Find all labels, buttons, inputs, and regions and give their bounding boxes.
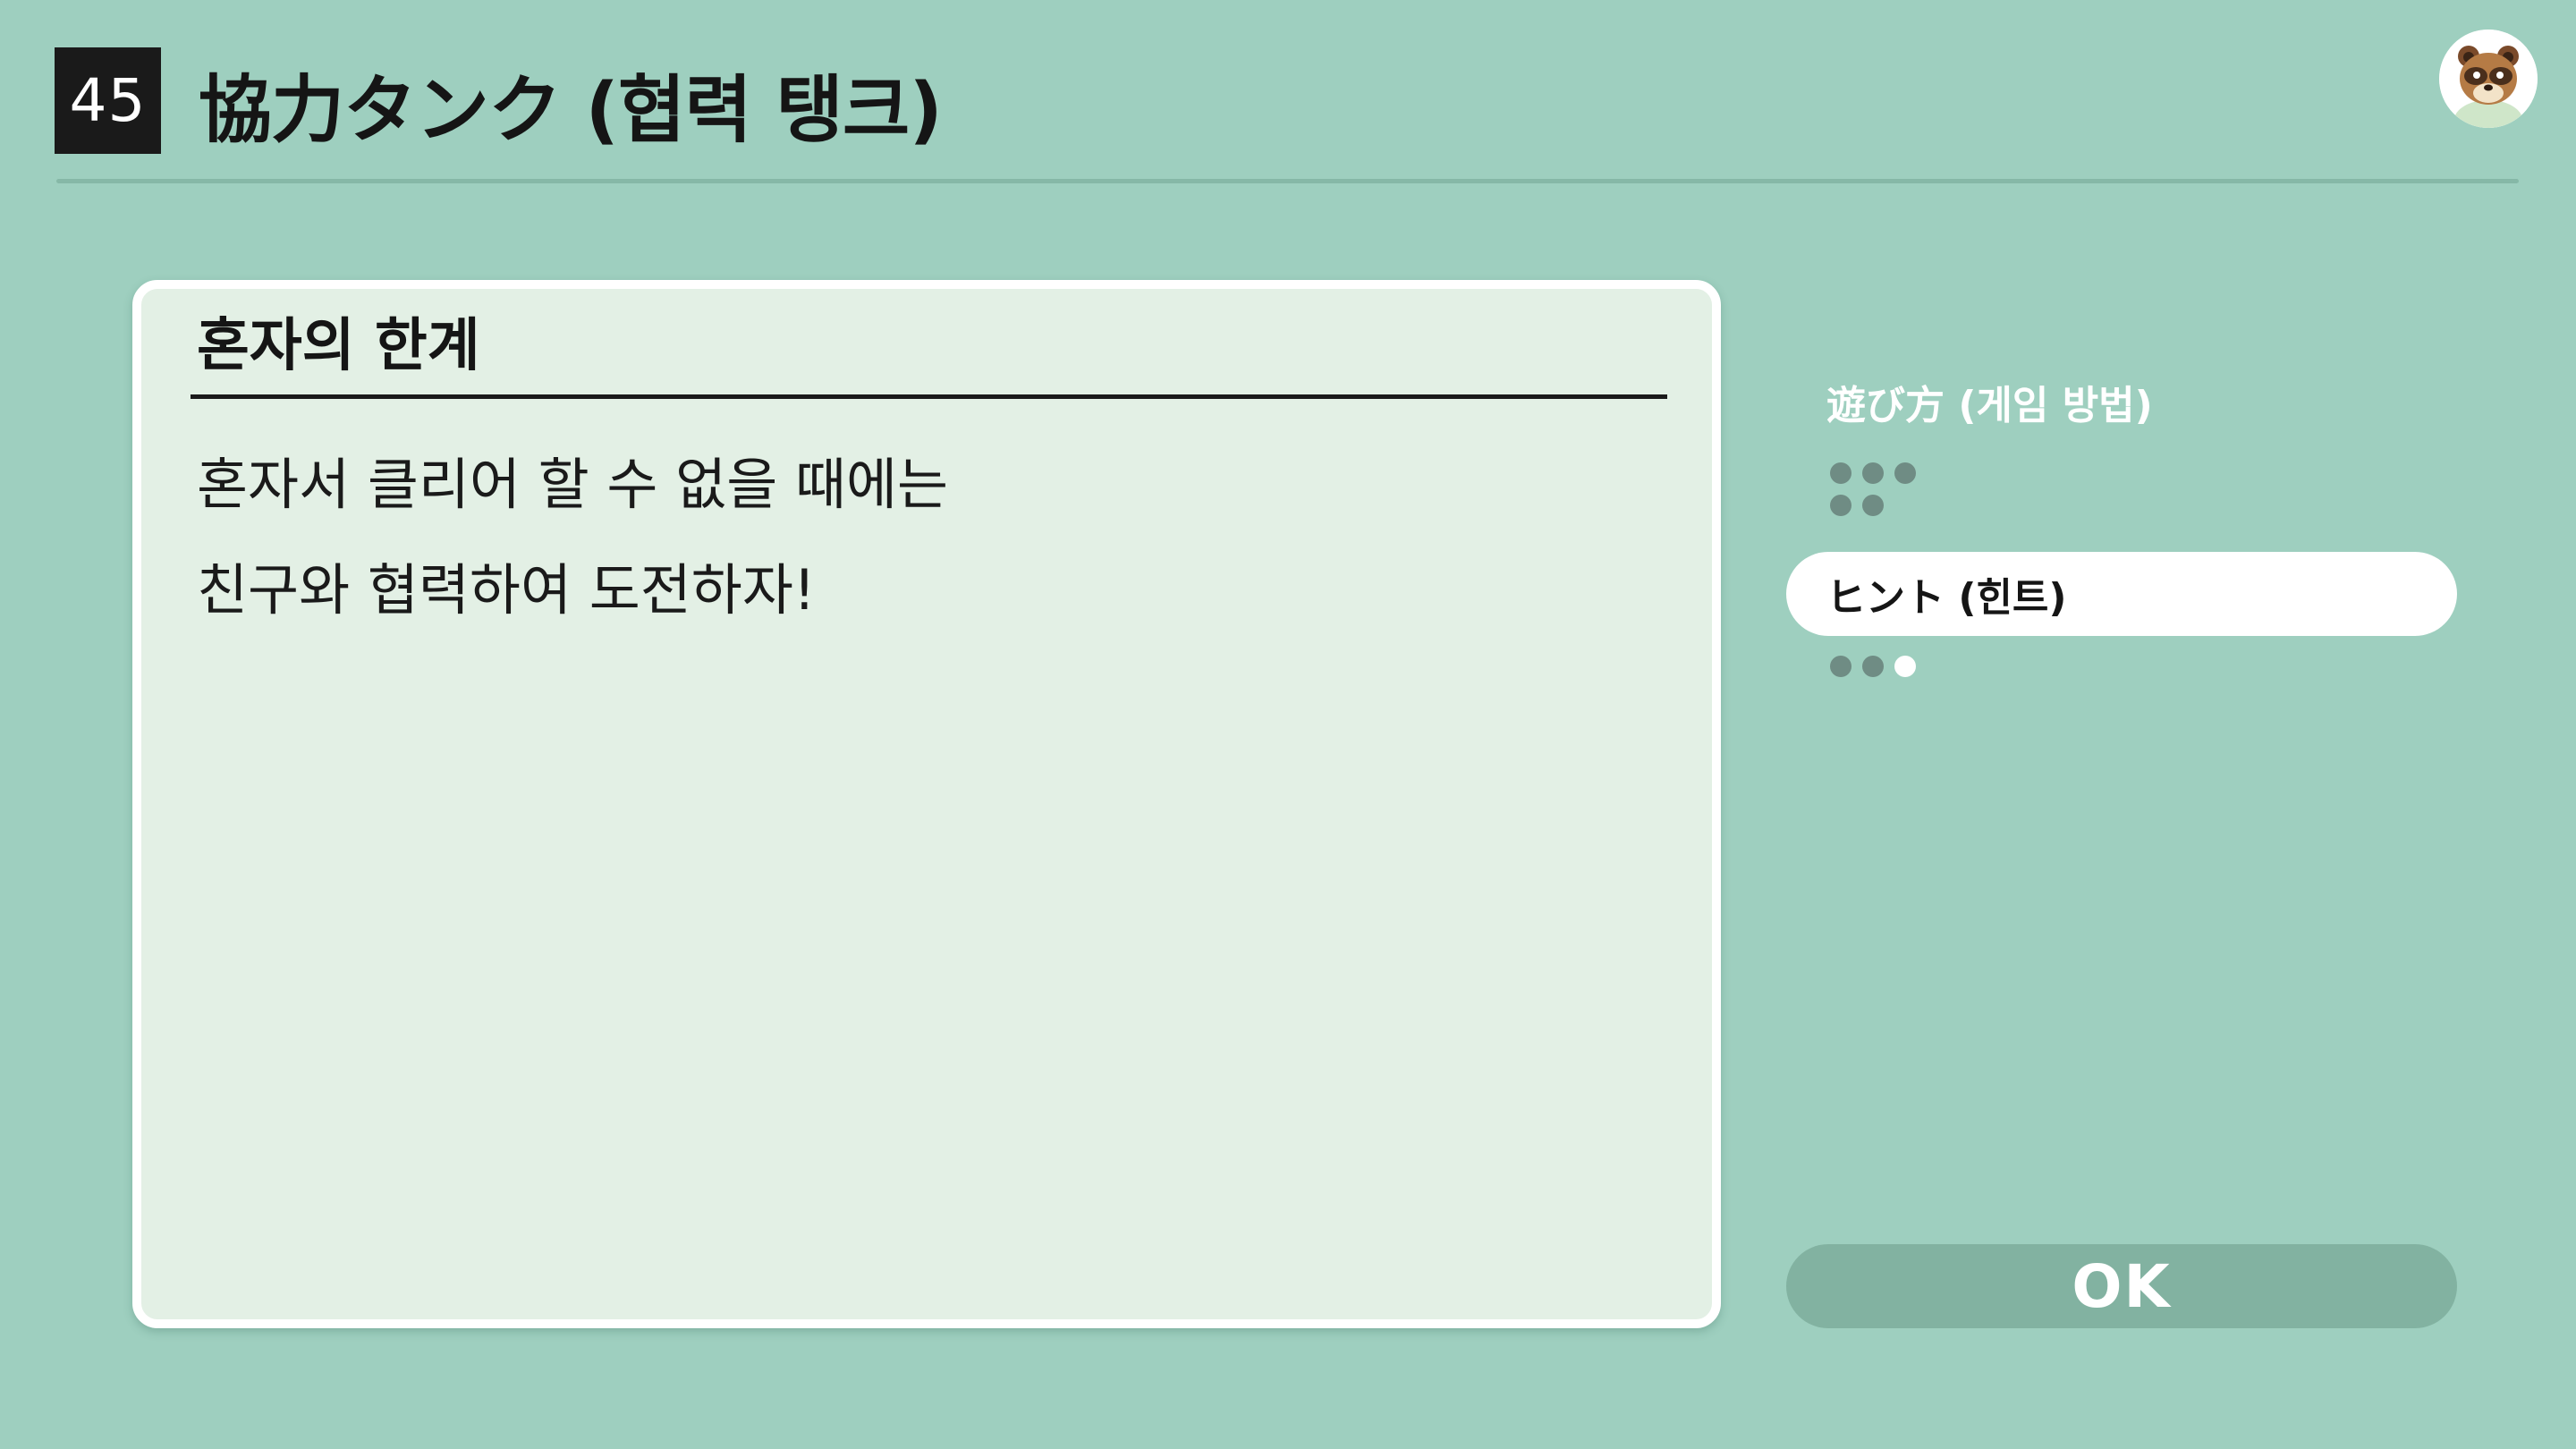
level-number-badge: 45	[55, 47, 161, 154]
page-dot	[1894, 462, 1916, 484]
page-dot	[1862, 656, 1884, 677]
ok-button[interactable]: OK	[1786, 1244, 2457, 1328]
panel-heading: 혼자의 한계	[197, 313, 480, 379]
page-dot	[1830, 495, 1852, 516]
page-dot	[1862, 462, 1884, 484]
page-dot	[1862, 495, 1884, 516]
panel-heading-divider	[191, 394, 1667, 399]
panel-body-line: 친구와 협력하여 도전하자!	[197, 557, 816, 623]
hint-panel: 혼자의 한계 혼자서 클리어 할 수 없을 때에는 친구와 협력하여 도전하자!	[132, 280, 1721, 1328]
page-title: 協力タンク (협력 탱크)	[199, 68, 943, 153]
page-dot-current	[1894, 656, 1916, 677]
page-dot	[1830, 656, 1852, 677]
panel-body-line: 혼자서 클리어 할 수 없을 때에는	[197, 452, 949, 517]
menu-item-how-to-play[interactable]: 遊び方 (게임 방법)	[1786, 360, 2457, 444]
page-dot	[1830, 462, 1852, 484]
menu-item-hint[interactable]: ヒント (힌트)	[1786, 552, 2457, 636]
header-divider	[56, 179, 2519, 183]
panel-body: 혼자서 클리어 할 수 없을 때에는 친구와 협력하여 도전하자!	[197, 432, 1664, 643]
tanuki-avatar-icon	[2439, 30, 2538, 128]
